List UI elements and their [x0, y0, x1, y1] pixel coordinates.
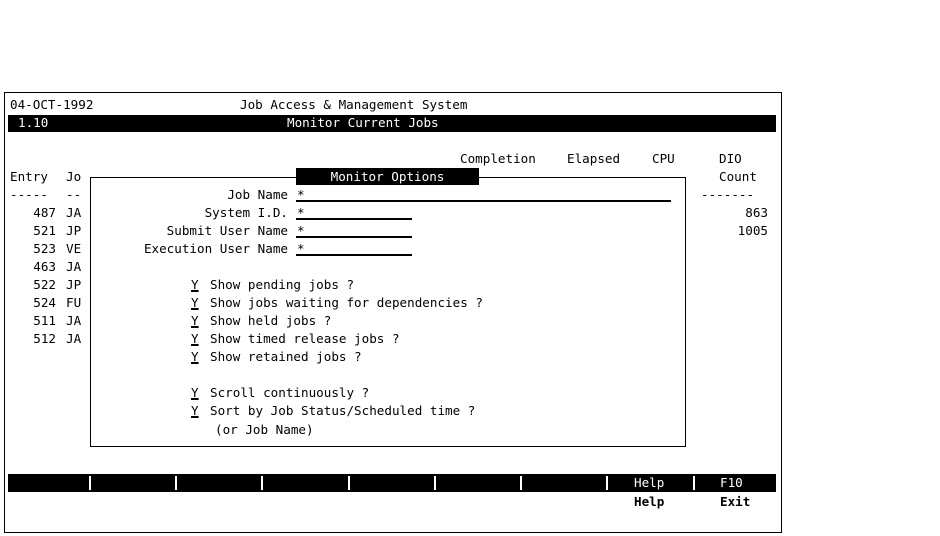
submit-user-label: Submit User Name — [166, 223, 288, 238]
show-retained-label: Show retained jobs ? — [210, 349, 362, 364]
job-name-label: Job Name — [227, 187, 288, 202]
col-completion: Completion — [460, 151, 536, 166]
show-pending-toggle[interactable]: Y — [191, 276, 199, 294]
row-job[interactable]: JA — [66, 312, 81, 330]
col-dio: DIO — [719, 151, 742, 166]
col-job-dash: -- — [66, 187, 82, 202]
row-job[interactable]: JA — [66, 258, 81, 276]
show-retained-toggle[interactable]: Y — [191, 348, 199, 366]
row-job[interactable]: JA — [66, 204, 81, 222]
row-job[interactable]: VE — [66, 240, 81, 258]
sort-by-status-toggle[interactable]: Y — [191, 402, 199, 420]
col-job: Jo — [66, 169, 82, 184]
row-entry[interactable]: 487 — [20, 204, 56, 222]
show-held-toggle[interactable]: Y — [191, 312, 199, 330]
row-count: 863 — [745, 205, 768, 220]
help-label[interactable]: Help — [634, 493, 664, 511]
system-id-underline — [296, 218, 412, 220]
fkey-separator — [261, 476, 263, 490]
exec-user-label: Execution User Name — [143, 241, 288, 256]
fkey-separator — [434, 476, 436, 490]
show-held-label: Show held jobs ? — [210, 313, 332, 328]
screen-code: 1.10 — [18, 115, 49, 130]
fkey-separator — [348, 476, 350, 490]
dialog-title: Monitor Options — [296, 168, 479, 185]
row-entry[interactable]: 524 — [20, 294, 56, 312]
col-count-dash: ------- — [701, 187, 755, 202]
fkey-separator — [606, 476, 608, 490]
system-title: Job Access & Management System — [240, 97, 468, 112]
row-count: 1005 — [737, 223, 768, 238]
sort-note: (or Job Name) — [215, 422, 314, 437]
row-entry[interactable]: 522 — [20, 276, 56, 294]
row-job[interactable]: FU — [66, 294, 81, 312]
system-id-label: System I.D. — [204, 205, 288, 220]
row-entry[interactable]: 512 — [20, 330, 56, 348]
col-count: Count — [719, 169, 757, 184]
col-entry-dash: ----- — [10, 187, 48, 202]
col-elapsed: Elapsed — [567, 151, 621, 166]
row-job[interactable]: JA — [66, 330, 81, 348]
sort-by-status-label: Sort by Job Status/Scheduled time ? — [210, 403, 476, 418]
job-name-underline — [296, 200, 671, 202]
help-key[interactable]: Help — [634, 474, 664, 492]
show-timed-label: Show timed release jobs ? — [210, 331, 400, 346]
show-waiting-label: Show jobs waiting for dependencies ? — [210, 295, 483, 310]
fkey-separator — [520, 476, 522, 490]
show-timed-toggle[interactable]: Y — [191, 330, 199, 348]
show-pending-label: Show pending jobs ? — [210, 277, 355, 292]
row-entry[interactable]: 463 — [20, 258, 56, 276]
scroll-continuously-label: Scroll continuously ? — [210, 385, 370, 400]
col-entry: Entry — [10, 169, 48, 184]
col-cpu: CPU — [652, 151, 675, 166]
fkey-separator — [175, 476, 177, 490]
row-job[interactable]: JP — [66, 222, 81, 240]
exit-label[interactable]: Exit — [720, 493, 750, 511]
row-entry[interactable]: 511 — [20, 312, 56, 330]
scroll-continuously-toggle[interactable]: Y — [191, 384, 199, 402]
row-entry[interactable]: 523 — [20, 240, 56, 258]
fkey-separator — [89, 476, 91, 490]
exec-user-underline — [296, 254, 412, 256]
date: 04-OCT-1992 — [10, 97, 94, 112]
f10-key[interactable]: F10 — [720, 474, 743, 492]
submit-user-underline — [296, 236, 412, 238]
show-waiting-toggle[interactable]: Y — [191, 294, 199, 312]
fkey-separator — [693, 476, 695, 490]
row-job[interactable]: JP — [66, 276, 81, 294]
row-entry[interactable]: 521 — [20, 222, 56, 240]
screen-title: Monitor Current Jobs — [287, 115, 439, 130]
